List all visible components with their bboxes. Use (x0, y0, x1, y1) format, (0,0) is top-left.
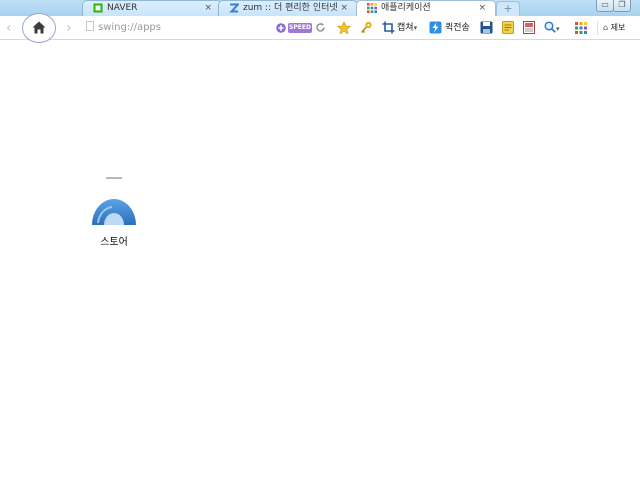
apps-grid-icon (367, 3, 377, 13)
quick-send-button[interactable]: 퀵전송 (445, 21, 470, 35)
zum-icon (229, 3, 239, 13)
tab-naver[interactable]: NAVER × (82, 0, 222, 16)
save-icon[interactable] (480, 21, 493, 34)
chevron-down-icon: ▾ (556, 25, 560, 33)
tab-label: NAVER (107, 3, 138, 13)
back-button[interactable]: ‹ (6, 20, 12, 36)
reload-icon[interactable] (315, 22, 326, 33)
reader-icon[interactable] (523, 21, 535, 34)
tab-close-button[interactable]: × (478, 2, 486, 14)
quick-send-icon (429, 21, 442, 34)
minimize-button[interactable]: ▭ (596, 0, 614, 12)
forward-button[interactable]: › (66, 20, 72, 36)
naver-icon (93, 3, 103, 13)
zoom-icon (544, 21, 556, 33)
address-bar[interactable]: swing://apps (86, 20, 256, 36)
tab-label: zum :: 더 편리한 인터넷 (243, 3, 338, 13)
tab-applications[interactable]: 애플리케이션 × (356, 0, 496, 16)
new-tab-button[interactable]: + (496, 1, 520, 16)
chevron-down-icon: ▾ (413, 24, 418, 32)
capture-button[interactable]: 캡쳐▾ (397, 21, 417, 35)
tab-close-button[interactable]: × (204, 2, 212, 14)
restore-button[interactable]: ❐ (613, 0, 631, 12)
app-tile-store[interactable]: 스토어 (88, 177, 140, 249)
store-icon (92, 199, 136, 225)
report-button[interactable]: ⌂ 제보 (597, 21, 625, 35)
home-button[interactable] (22, 13, 56, 43)
favorites-star-icon[interactable] (337, 21, 351, 35)
tab-label: 애플리케이션 (381, 3, 431, 13)
tab-close-button[interactable]: × (340, 2, 348, 14)
tab-strip: NAVER × zum :: 더 편리한 인터넷 × 애플리케이션 × + ▭ … (0, 0, 640, 16)
speed-badge[interactable]: SPEED (288, 23, 312, 33)
memo-icon[interactable] (502, 21, 514, 34)
toolbar: ‹ › swing://apps SPEED 캡쳐▾ 퀵전송 ▾ ⌂ 제보 (0, 13, 640, 43)
app-label: 스토어 (100, 237, 128, 248)
report-icon: ⌂ (603, 23, 609, 32)
capture-label: 캡쳐 (397, 23, 414, 33)
zoom-button[interactable]: ▾ (544, 21, 560, 35)
page-icon (86, 21, 94, 31)
capture-icon (382, 21, 395, 34)
app-handle (106, 177, 122, 179)
key-icon[interactable] (360, 21, 373, 35)
tab-zum[interactable]: zum :: 더 편리한 인터넷 × (218, 0, 358, 16)
add-plus-icon[interactable] (276, 23, 286, 33)
home-icon (32, 21, 46, 34)
report-label: 제보 (610, 23, 626, 32)
address-text: swing://apps (98, 22, 161, 33)
apps-menu-icon[interactable] (575, 22, 587, 34)
